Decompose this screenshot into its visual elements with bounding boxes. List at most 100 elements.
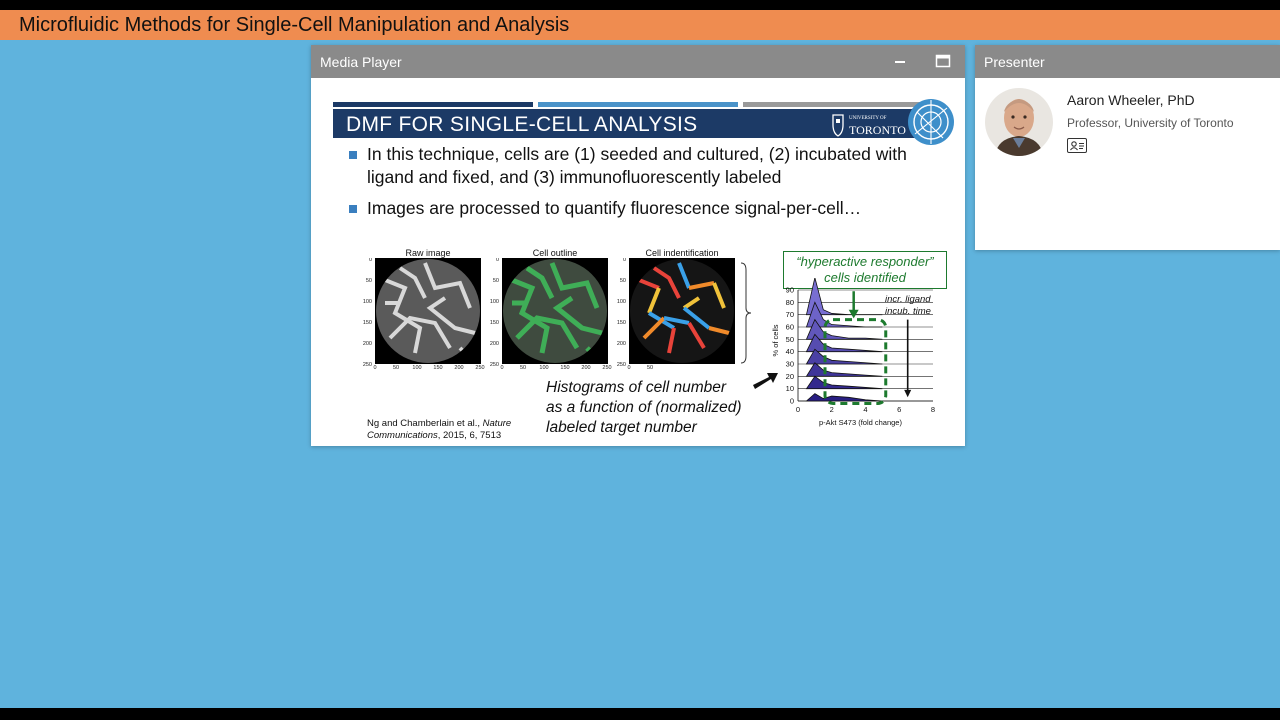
- image-x-tick: 250: [475, 365, 484, 371]
- image-tick-labels: 005050100100150150200200250250 0050501001…: [363, 258, 653, 371]
- image-x-tick: 200: [581, 365, 590, 371]
- image-x-tick: 0: [627, 365, 630, 371]
- histogram-caption-line-2: as a function of (normalized): [546, 399, 742, 416]
- slide-heading: DMF FOR SINGLE-CELL ANALYSIS: [346, 113, 698, 136]
- histogram-series-1: [805, 375, 883, 390]
- image-y-tick: 0: [623, 258, 626, 263]
- presenter-role: Professor, University of Toronto: [1067, 116, 1234, 130]
- green-arrow-icon: [848, 309, 859, 319]
- image-y-tick: 100: [617, 299, 626, 305]
- university-small-text: UNIVERSITY OF: [849, 116, 887, 121]
- image-y-tick: 150: [617, 320, 626, 326]
- image-y-tick: 200: [617, 341, 626, 347]
- image-y-tick: 200: [363, 341, 372, 347]
- presenter-header: Presenter: [975, 45, 1280, 78]
- raw-image-caption: Raw image: [405, 248, 451, 258]
- histogram-y-label: % of cells: [771, 324, 780, 356]
- histogram-x-tick: 6: [897, 405, 901, 414]
- histogram-y-tick: 20: [786, 372, 794, 381]
- histogram-x-tick: 4: [863, 405, 867, 414]
- image-y-tick: 100: [363, 299, 372, 305]
- media-player-header: Media Player: [311, 45, 965, 78]
- histogram-y-tick: 60: [786, 323, 794, 332]
- histogram-caption-line-1: Histograms of cell number: [546, 379, 727, 396]
- slide-accent-bar-2: [538, 102, 738, 107]
- image-x-tick: 250: [602, 365, 611, 371]
- image-y-tick: 150: [490, 320, 499, 326]
- bullet-marker-1: [349, 151, 357, 159]
- histogram-x-tick: 2: [830, 405, 834, 414]
- callout-line-1: “hyperactive responder”: [796, 254, 934, 269]
- image-y-tick: 50: [493, 278, 499, 284]
- image-y-tick: 50: [366, 278, 372, 284]
- citation-journal-1: Nature: [482, 418, 512, 429]
- image-y-tick: 200: [490, 341, 499, 347]
- cell-outline-caption: Cell outline: [532, 248, 578, 258]
- lab-logo-icon: [908, 99, 954, 145]
- image-x-tick: 100: [412, 365, 421, 371]
- image-x-tick: 50: [520, 365, 526, 371]
- citation: Ng and Chamberlain et al., Nature Commun…: [367, 418, 511, 442]
- crest-icon: [832, 114, 844, 137]
- ligand-time-annotation: incr. ligand incub. time: [885, 294, 931, 318]
- histogram-y-tick: 90: [786, 286, 794, 295]
- university-big-text: TORONTO: [849, 123, 906, 137]
- image-x-tick: 0: [373, 365, 376, 371]
- time-arrow-icon: [904, 389, 912, 398]
- histogram-series-0: [805, 393, 883, 402]
- histogram-y-tick: 0: [790, 397, 794, 406]
- histogram-y-tick: 30: [786, 360, 794, 369]
- media-player-title: Media Player: [320, 54, 402, 70]
- histogram-series-2: [805, 362, 883, 377]
- minimize-button[interactable]: [890, 51, 910, 71]
- presenter-title: Presenter: [984, 54, 1045, 70]
- citation-rest: , 2015, 6, 7513: [437, 430, 502, 441]
- image-y-tick: 250: [363, 362, 372, 368]
- histogram-y-tick: 80: [786, 298, 794, 307]
- minimize-icon: [895, 61, 905, 63]
- image-x-tick: 100: [539, 365, 548, 371]
- histogram-y-tick: 70: [786, 310, 794, 319]
- stage-background: Microfluidic Methods for Single-Cell Man…: [0, 10, 1280, 708]
- slide-accent-bar-1: [333, 102, 533, 107]
- app-title: Microfluidic Methods for Single-Cell Man…: [19, 14, 570, 36]
- citation-journal-2: Communications: [367, 430, 438, 441]
- contact-card-button[interactable]: [1067, 138, 1087, 153]
- bullet-marker-2: [349, 205, 357, 213]
- histogram-caption-line-3: labeled target number: [546, 419, 697, 436]
- image-x-tick: 0: [500, 365, 503, 371]
- image-y-tick: 250: [490, 362, 499, 368]
- image-y-tick: 50: [620, 278, 626, 284]
- image-x-tick: 200: [454, 365, 463, 371]
- citation-authors: Ng and Chamberlain et al.,: [367, 418, 483, 429]
- presenter-name: Aaron Wheeler, PhD: [1067, 92, 1195, 108]
- presenter-panel: Presenter Aaron Wheeler, PhD Professor, …: [975, 45, 1280, 250]
- histogram-x-tick: 8: [931, 405, 935, 414]
- histogram-x-label: p-Akt S473 (fold change): [819, 418, 902, 427]
- contact-card-icon: [1070, 141, 1084, 151]
- app-title-bar: Microfluidic Methods for Single-Cell Man…: [0, 10, 1280, 40]
- image-x-tick: 50: [393, 365, 399, 371]
- histogram-y-tick: 10: [786, 384, 794, 393]
- image-y-tick: 0: [369, 258, 372, 263]
- image-x-tick: 150: [560, 365, 569, 371]
- histogram-caption: Histograms of cell number as a function …: [546, 378, 742, 438]
- slide-content: DMF FOR SINGLE-CELL ANALYSIS UNIVERSITY …: [311, 78, 965, 446]
- image-x-tick: 50: [647, 365, 653, 371]
- maximize-button[interactable]: [933, 51, 953, 71]
- media-player-panel: Media Player DMF FOR SINGLE-CELL ANALYSI…: [311, 45, 965, 446]
- bullet-text-2: Images are processed to quantify fluores…: [367, 198, 862, 218]
- cell-identification-caption: Cell indentification: [645, 248, 719, 258]
- presenter-avatar: [985, 88, 1053, 156]
- image-y-tick: 150: [363, 320, 372, 326]
- annotation-line-1: incr. ligand: [885, 294, 931, 305]
- bullet-text-1: In this technique, cells are (1) seeded …: [367, 144, 907, 187]
- image-y-tick: 100: [490, 299, 499, 305]
- slide-accent-bar-3: [743, 102, 929, 107]
- image-x-tick: 150: [433, 365, 442, 371]
- image-y-tick: 250: [617, 362, 626, 368]
- image-y-tick: 0: [496, 258, 499, 263]
- annotation-line-2: incub. time: [885, 306, 931, 317]
- histogram-y-tick: 50: [786, 335, 794, 344]
- maximize-icon: [935, 54, 951, 68]
